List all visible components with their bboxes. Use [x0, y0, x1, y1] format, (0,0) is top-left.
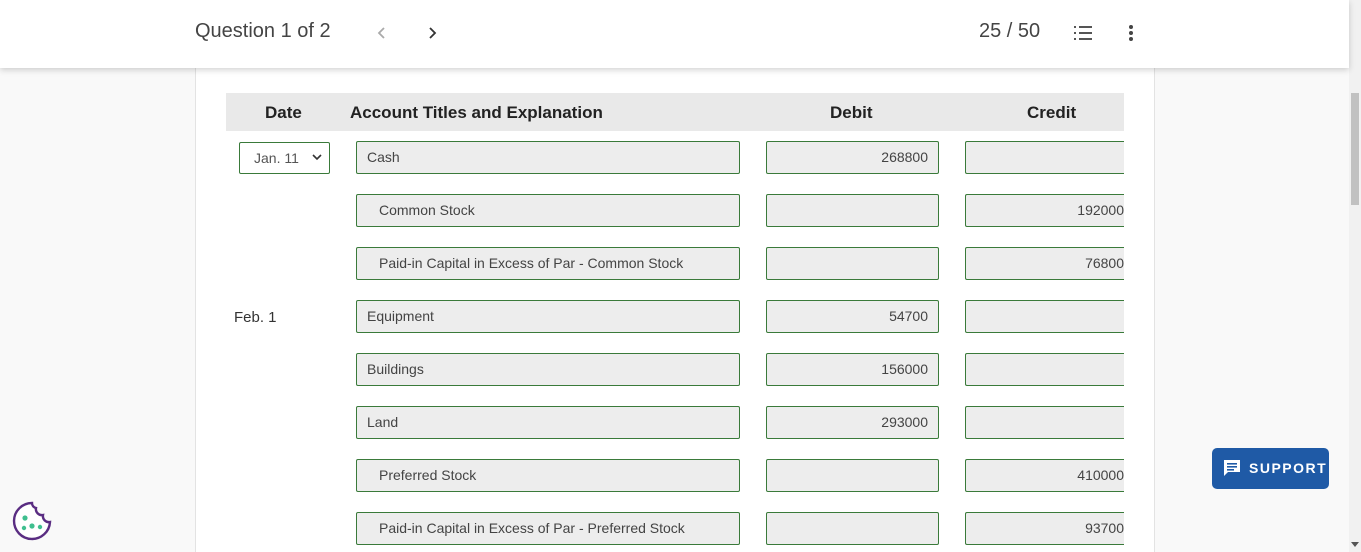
- header-debit: Debit: [830, 103, 873, 122]
- header-credit: Credit: [1027, 103, 1077, 122]
- debit-field[interactable]: [766, 194, 939, 227]
- journal-table-header: Date Account Titles and Explanation Debi…: [226, 93, 1124, 131]
- credit-field[interactable]: [965, 141, 1124, 174]
- chevron-down-icon: [312, 154, 322, 161]
- top-header: Question 1 of 2 25 / 50: [0, 0, 1349, 68]
- page: Date Account Titles and Explanation Debi…: [0, 0, 1361, 552]
- account-field[interactable]: Land: [356, 406, 740, 439]
- chevron-right-icon[interactable]: [423, 22, 443, 44]
- debit-field[interactable]: 268800: [766, 141, 939, 174]
- credit-field[interactable]: 192000: [965, 194, 1124, 227]
- support-label: SUPPORT: [1249, 460, 1328, 476]
- scroll-down-arrow-icon[interactable]: [1351, 540, 1359, 548]
- chevron-left-icon[interactable]: [372, 22, 392, 44]
- credit-field[interactable]: [965, 353, 1124, 386]
- credit-field[interactable]: [965, 406, 1124, 439]
- account-field[interactable]: Common Stock: [356, 194, 740, 227]
- header-date: Date: [265, 103, 302, 122]
- scrollbar[interactable]: [1349, 0, 1361, 552]
- header-account: Account Titles and Explanation: [350, 103, 603, 122]
- list-icon[interactable]: [1071, 22, 1095, 44]
- date-select-value: Jan. 11: [254, 150, 299, 166]
- account-field[interactable]: Buildings: [356, 353, 740, 386]
- cookie-icon[interactable]: [11, 500, 53, 542]
- credit-field[interactable]: [965, 300, 1124, 333]
- support-button[interactable]: SUPPORT: [1212, 448, 1329, 489]
- date-select[interactable]: Jan. 11: [239, 142, 330, 174]
- account-field[interactable]: Cash: [356, 141, 740, 174]
- account-field[interactable]: Preferred Stock: [356, 459, 740, 492]
- more-vertical-icon[interactable]: [1121, 22, 1141, 44]
- account-field[interactable]: Paid-in Capital in Excess of Par - Prefe…: [356, 512, 740, 545]
- account-field[interactable]: Paid-in Capital in Excess of Par - Commo…: [356, 247, 740, 280]
- debit-field[interactable]: 156000: [766, 353, 939, 386]
- scroll-thumb[interactable]: [1351, 93, 1359, 205]
- progress-counter: 25 / 50: [979, 20, 1041, 42]
- debit-field[interactable]: 293000: [766, 406, 939, 439]
- date-label-feb: Feb. 1: [234, 309, 277, 326]
- question-label: Question 1 of 2: [195, 20, 331, 42]
- debit-field[interactable]: [766, 512, 939, 545]
- debit-field[interactable]: 54700: [766, 300, 939, 333]
- debit-field[interactable]: [766, 459, 939, 492]
- chat-icon: [1224, 460, 1240, 476]
- credit-field[interactable]: 76800: [965, 247, 1124, 280]
- credit-field[interactable]: 410000: [965, 459, 1124, 492]
- account-field[interactable]: Equipment: [356, 300, 740, 333]
- debit-field[interactable]: [766, 247, 939, 280]
- credit-field[interactable]: 93700: [965, 512, 1124, 545]
